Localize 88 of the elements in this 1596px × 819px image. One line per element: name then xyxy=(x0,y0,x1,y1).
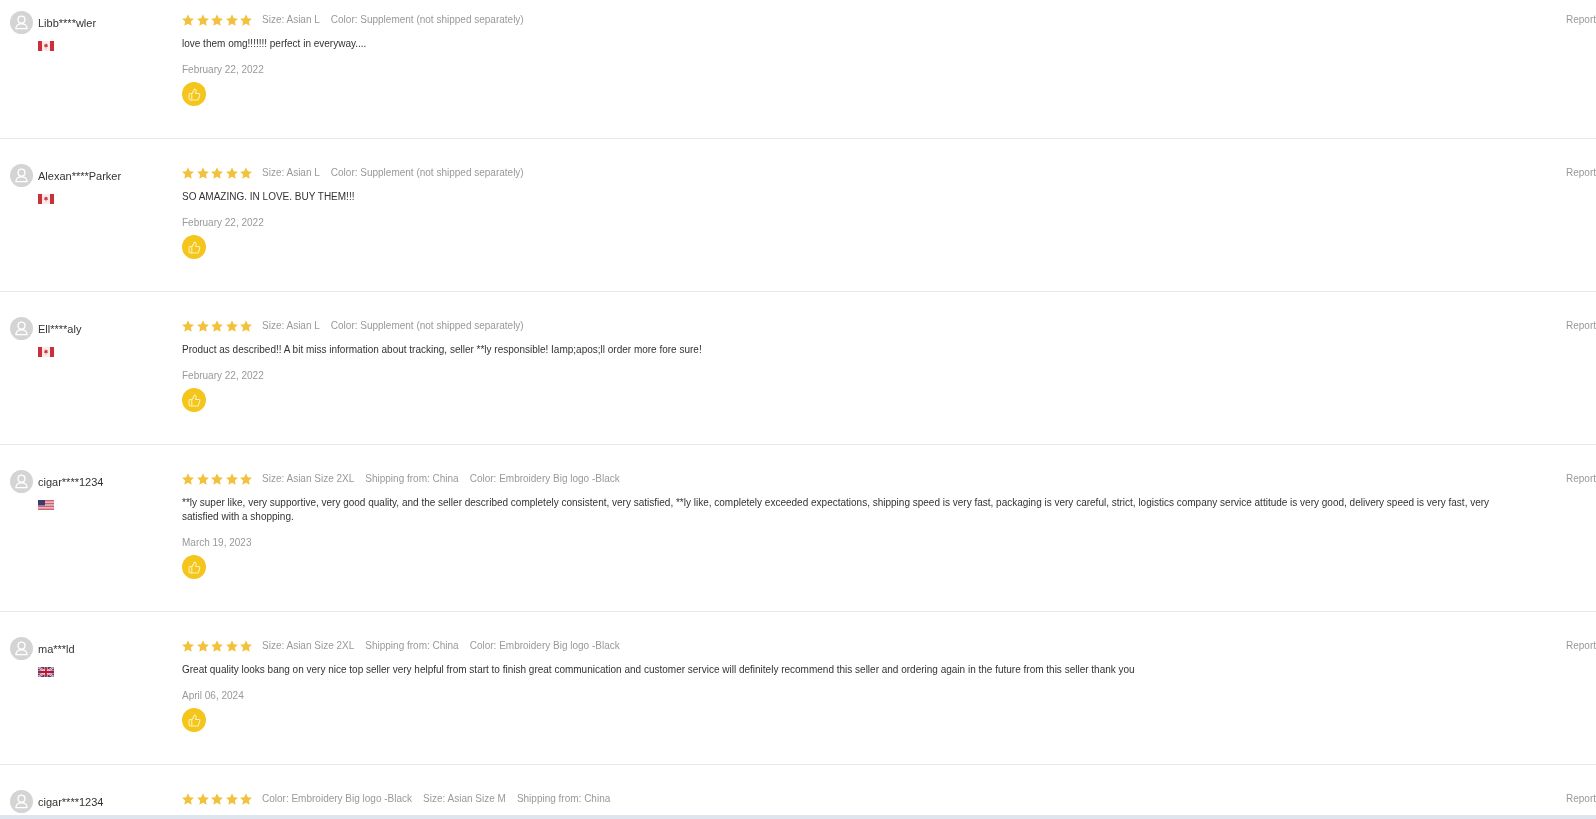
star-icon xyxy=(225,793,238,805)
report-link[interactable]: Report xyxy=(1566,166,1596,180)
review-text: love them omg!!!!!!! perfect in everyway.... xyxy=(182,37,367,51)
review-text: **ly super like, very supportive, very good quality, and the seller described completely consistent, very satisfied, **ly like, completely exceeded expectations, shipping speed is very fast, packaging is very careful, strict, logistics company service attitude is very good, delivery speed is very fast, very satisfied with a shopping. xyxy=(182,496,1491,524)
reviewer-name: Ell****aly xyxy=(38,321,82,336)
review-date: March 19, 2023 xyxy=(182,536,252,550)
canada-flag-icon xyxy=(38,194,54,204)
star-icon xyxy=(182,640,194,652)
thumbs-up-icon xyxy=(187,240,201,254)
like-button[interactable] xyxy=(182,82,206,106)
star-icon xyxy=(196,793,209,805)
review-text: Great quality looks bang on very nice top seller very helpful from start to finish great communication and customer service will definitely recommend this seller and ordering again in the future from this seller thank you xyxy=(182,663,1135,677)
reviewer-name: Libb****wler xyxy=(38,15,97,30)
review-attribute: Size: Asian Size M xyxy=(423,792,506,806)
star-icon xyxy=(211,793,223,805)
review-attribute: Color: Supplement (not shipped separately) xyxy=(330,319,524,333)
canada-flag-icon xyxy=(38,347,54,357)
like-button[interactable] xyxy=(182,388,206,412)
star-icon xyxy=(211,320,223,332)
avatar-icon xyxy=(10,470,33,493)
star-icon xyxy=(225,640,238,652)
review-date: February 22, 2022 xyxy=(182,369,264,383)
review-date: February 22, 2022 xyxy=(182,216,264,230)
report-link[interactable]: Report xyxy=(1566,639,1596,653)
review-attribute: Color: Embroidery Big logo -Black xyxy=(469,639,620,653)
review-attribute: Size: Asian Size 2XL xyxy=(262,472,355,486)
review-attribute: Color: Embroidery Big logo -Black xyxy=(469,472,620,486)
star-icon xyxy=(182,473,194,485)
star-icon xyxy=(211,473,223,485)
reviewer-name: ma***ld xyxy=(38,641,75,656)
star-icon xyxy=(182,167,194,179)
review-date: February 22, 2022 xyxy=(182,63,264,77)
star-icon xyxy=(240,640,252,652)
review-attribute: Size: Asian Size 2XL xyxy=(262,639,355,653)
review-attribute: Size: Asian L xyxy=(262,319,320,333)
thumbs-up-icon xyxy=(187,713,201,727)
review-attribute: Shipping from: China xyxy=(365,639,459,653)
avatar-icon xyxy=(10,164,33,187)
review-text: Product as described!! A bit miss information about tracking, seller **ly responsible! Iamp;apos;ll order more fore sure! xyxy=(182,343,702,357)
review-attribute: Color: Embroidery Big logo -Black xyxy=(262,792,413,806)
reviewer-name: Alexan****Parker xyxy=(38,168,122,183)
star-icon xyxy=(196,14,209,26)
review-attribute: Shipping from: China xyxy=(365,472,459,486)
star-icon xyxy=(196,167,209,179)
star-icon xyxy=(196,320,209,332)
review-text: SO AMAZING. IN LOVE. BUY THEM!!! xyxy=(182,190,355,204)
review-attribute: Size: Asian L xyxy=(262,166,320,180)
like-button[interactable] xyxy=(182,235,206,259)
star-icon xyxy=(182,320,194,332)
star-icon xyxy=(225,320,238,332)
star-icon xyxy=(240,320,252,332)
avatar-icon xyxy=(10,790,33,813)
uk-flag-icon xyxy=(38,667,54,677)
star-icon xyxy=(240,167,252,179)
star-icon xyxy=(211,640,223,652)
report-link[interactable]: Report xyxy=(1566,472,1596,486)
review-attribute: Color: Supplement (not shipped separately) xyxy=(330,166,524,180)
review-attribute: Color: Supplement (not shipped separately) xyxy=(330,13,524,27)
star-icon xyxy=(240,473,252,485)
reviewer-name: cigar****1234 xyxy=(38,474,104,489)
avatar-icon xyxy=(10,11,33,34)
star-icon xyxy=(211,167,223,179)
star-icon xyxy=(225,14,238,26)
report-link[interactable]: Report xyxy=(1566,319,1596,333)
star-icon xyxy=(225,167,238,179)
review-attribute: Size: Asian L xyxy=(262,13,320,27)
star-icon xyxy=(211,14,223,26)
thumbs-up-icon xyxy=(187,393,201,407)
review-date: April 06, 2024 xyxy=(182,689,244,703)
canada-flag-icon xyxy=(38,41,54,51)
star-icon xyxy=(196,473,209,485)
like-button[interactable] xyxy=(182,555,206,579)
report-link[interactable]: Report xyxy=(1566,792,1596,806)
reviewer-name: cigar****1234 xyxy=(38,794,104,809)
avatar-icon xyxy=(10,317,33,340)
star-icon xyxy=(182,793,194,805)
star-icon xyxy=(240,793,252,805)
report-link[interactable]: Report xyxy=(1566,13,1596,27)
star-icon xyxy=(240,14,252,26)
star-icon xyxy=(182,14,194,26)
thumbs-up-icon xyxy=(187,560,201,574)
avatar-icon xyxy=(10,637,33,660)
us-flag-icon xyxy=(38,500,54,510)
star-icon xyxy=(196,640,209,652)
star-icon xyxy=(225,473,238,485)
like-button[interactable] xyxy=(182,708,206,732)
review-attribute: Shipping from: China xyxy=(516,792,611,806)
thumbs-up-icon xyxy=(187,87,201,101)
